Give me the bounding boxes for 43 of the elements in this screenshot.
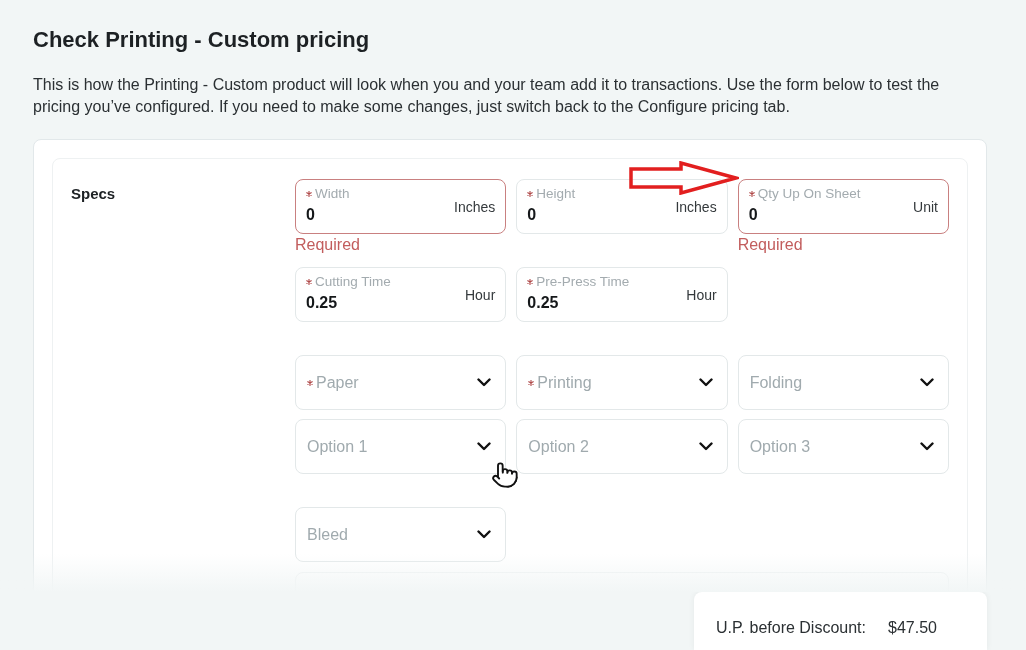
page-title: Check Printing - Custom pricing: [33, 26, 371, 54]
page-description: This is how the Printing - Custom product will look when you and your team add it to transactions. Use the form below to test the pricing you’ve configured. If you need to make some changes, just switch back to the Configure pricing tab.: [33, 75, 941, 117]
field-label: Pre-Press Time: [536, 274, 630, 290]
field-value: 0.25: [527, 293, 559, 313]
dropdown-select[interactable]: Bleed: [295, 507, 507, 562]
field-label: Width: [315, 186, 350, 202]
unit-label: Hour: [686, 286, 717, 303]
field-label: Cutting Time: [315, 274, 391, 290]
unit-label: Hour: [464, 286, 496, 303]
chevron-down-icon: [698, 442, 713, 451]
input-field[interactable]: Pre-Press Time 0.25 Hour: [516, 267, 728, 322]
field-value: 0: [527, 205, 537, 225]
chevron-down-icon: [698, 378, 713, 387]
field-label: Qty Up On Sheet: [757, 186, 861, 202]
right-arrow-icon: [629, 161, 739, 195]
section-label: Specs: [71, 185, 116, 202]
input-field[interactable]: Cutting Time 0.25 Hour: [295, 267, 507, 322]
dropdown-select[interactable]: Printing: [516, 355, 728, 410]
chevron-down-icon: [477, 442, 492, 451]
dropdown-select[interactable]: Option 3: [737, 419, 949, 474]
unit-label: Inches: [454, 198, 496, 215]
chevron-down-icon: [920, 378, 934, 387]
field-value: 0: [306, 205, 315, 225]
field-label: Height: [536, 186, 576, 202]
summary-label: U.P. before Discount:: [716, 618, 866, 638]
chevron-down-icon: [477, 378, 492, 387]
unit-label: Unit: [913, 198, 938, 215]
hand-pointer-icon: [491, 461, 519, 489]
chevron-down-icon: [477, 530, 492, 539]
field-value: 0.25: [306, 293, 338, 313]
unit-label: Inches: [675, 198, 717, 215]
dropdown-select[interactable]: Option 2: [516, 419, 728, 474]
error-message: Required: [737, 236, 804, 253]
dropdown-select[interactable]: Paper: [295, 355, 507, 410]
chevron-down-icon: [920, 442, 934, 451]
dropdown-select[interactable]: Folding: [737, 355, 949, 410]
input-field[interactable]: Width 0 Inches: [295, 179, 507, 234]
input-field[interactable]: Qty Up On Sheet 0 Unit: [737, 179, 949, 234]
dropdown-select[interactable]: Option 1: [295, 419, 507, 474]
field-value: 0: [748, 205, 758, 225]
error-message: Required: [295, 236, 361, 253]
input-field[interactable]: Height 0 Inches: [516, 179, 728, 234]
summary-value: $47.50: [888, 618, 937, 638]
